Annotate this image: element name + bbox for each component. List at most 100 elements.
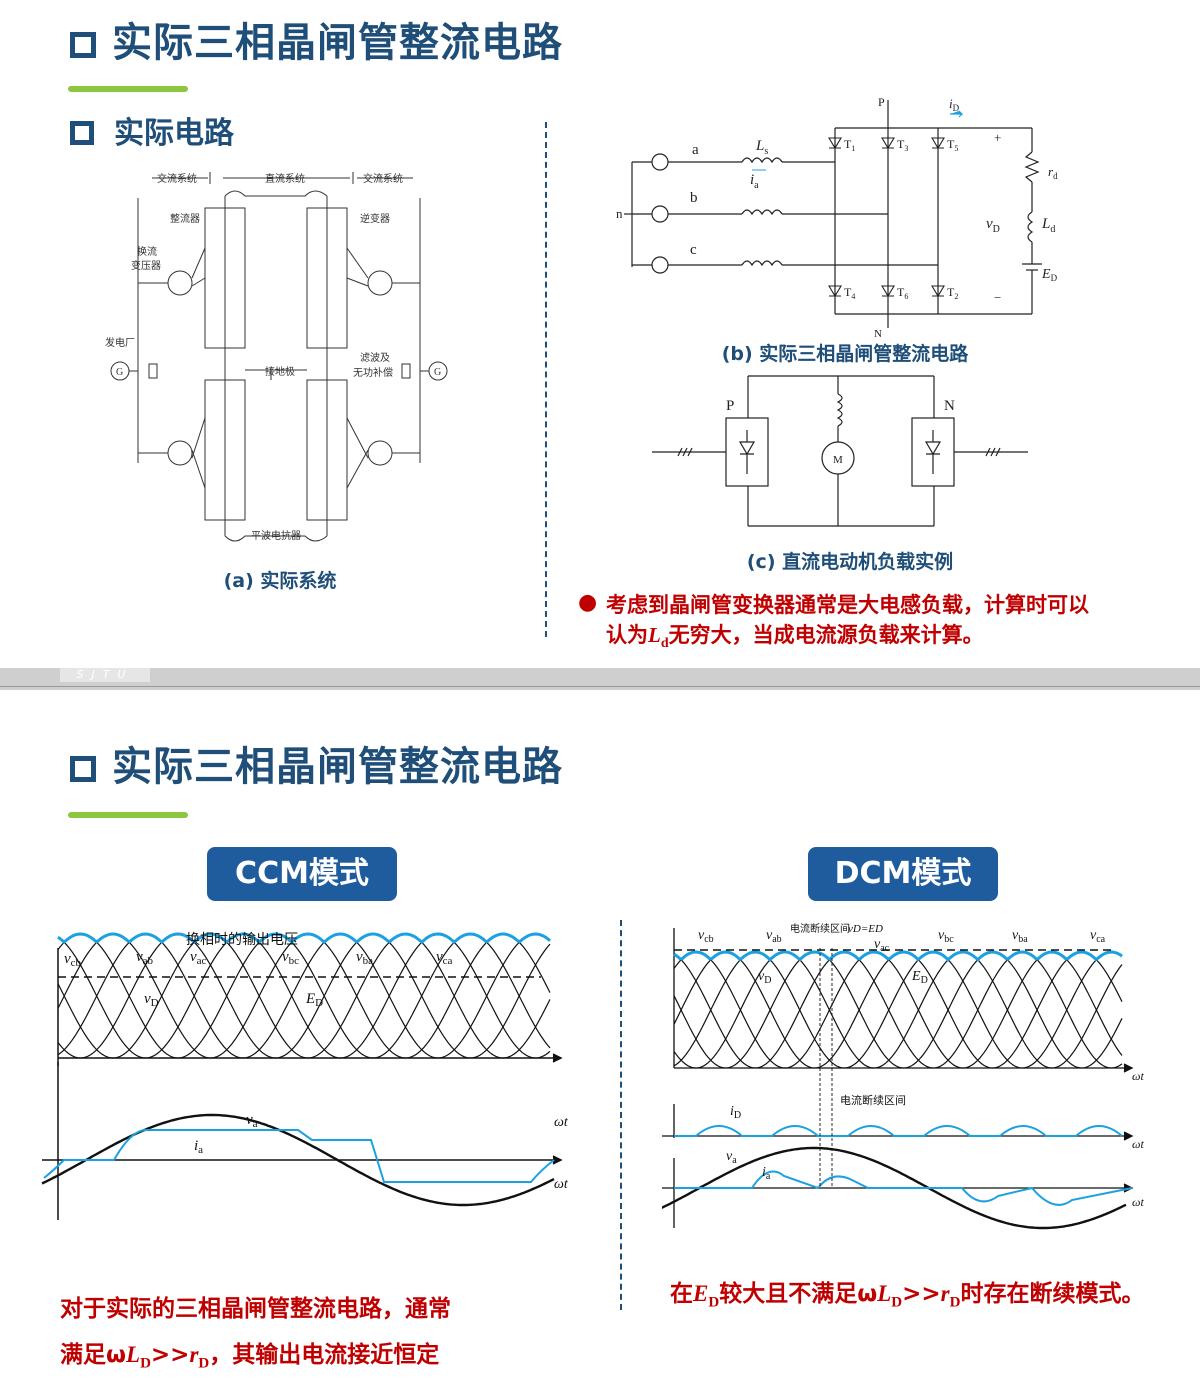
generator-right-icon: G — [434, 367, 441, 378]
node-a-label: a — [692, 142, 699, 158]
label-transformer-1: 换流 — [137, 245, 157, 258]
dcm-axis-label-2: ωt — [1132, 1137, 1144, 1151]
sjtu-logo: SJTU — [60, 668, 150, 682]
t3-label: T3 — [897, 137, 908, 153]
ccm-axis-label-1: ωt — [554, 1115, 569, 1130]
ls-label: Ls — [755, 138, 768, 157]
slide-separator: SJTU — [0, 668, 1200, 690]
label-filter-2: 无功补偿 — [353, 366, 393, 379]
line-voltage-wave — [57, 933, 551, 1059]
output-voltage-wave — [57, 932, 551, 945]
caption-b: (b) 实际三相晶闸管整流电路 — [721, 343, 969, 365]
line-voltage-wave — [673, 951, 1123, 1069]
ccm-vac-label: vac — [190, 949, 207, 967]
label-transformer-2: 变压器 — [131, 259, 161, 272]
t6-label: T6 — [897, 285, 908, 301]
dc-motor-diagram: P N M — [652, 375, 1028, 527]
t5-label: T5 — [947, 137, 958, 153]
note-bullet-icon: ● — [578, 590, 598, 615]
ccm-commutation-label: 换相时的输出电压 — [186, 931, 298, 948]
phase-current-wave — [43, 1129, 555, 1183]
dcm-interval-label-2: 电流断续区间 — [840, 1093, 906, 1107]
dcm-vac-label: vac — [874, 937, 890, 954]
slide2-title: 实际三相晶闸管整流电路 — [70, 734, 563, 792]
arrow-icon — [552, 1155, 563, 1165]
ccm-badge: CCM模式 — [207, 847, 397, 901]
ed-label: ED — [1041, 267, 1058, 283]
square-bullet-icon — [70, 32, 96, 58]
dcm-interval-label: 电流断续区间 — [790, 922, 850, 935]
t4-label: T4 — [844, 285, 855, 301]
caption-a: (a) 实际系统 — [223, 570, 337, 592]
ccm-ed-label: ED — [305, 991, 323, 1009]
dcm-vcb-label: vcb — [698, 928, 714, 945]
square-bullet-icon — [70, 756, 96, 782]
square-bullet-icon — [70, 121, 94, 145]
output-voltage-wave — [673, 950, 1123, 962]
ccm-va-label: va — [246, 1112, 258, 1130]
line-voltage-wave — [57, 933, 551, 1059]
label-plant: 发电厂 — [105, 336, 135, 349]
slide1-title: 实际三相晶闸管整流电路 — [70, 10, 563, 68]
line-voltage-wave — [57, 933, 551, 1059]
motor-n-label: N — [944, 398, 955, 414]
label-rectifier: 整流器 — [170, 212, 200, 225]
dcm-note: 在ED较大且不满足ωLD>>rD时存在断续模式。 — [670, 1281, 1145, 1311]
label-ac-left: 交流系统 — [157, 172, 197, 185]
dcm-axis-label-3: ωt — [1132, 1195, 1144, 1209]
id-label: iD — [949, 96, 960, 113]
dcm-vd-eq-label: vD=ED — [848, 923, 883, 935]
arrow-icon — [552, 1053, 563, 1063]
slide-2: 实际三相晶闸管整流电路 CCM模式 DCM模式 换相时的输出电压 vcb vab… — [0, 690, 1200, 1380]
minus-sign: − — [994, 290, 1001, 305]
label-inverter: 逆变器 — [360, 212, 390, 225]
label-dc: 直流系统 — [265, 172, 305, 185]
dcm-badge: DCM模式 — [808, 847, 998, 901]
label-filter-1: 滤波及 — [360, 351, 390, 364]
ccm-ia-label: ia — [194, 1138, 203, 1156]
ld-label: Ld — [1041, 216, 1055, 235]
ccm-waveform-plot: 换相时的输出电压 vcb vab vac vbc vba vca vD ED v… — [41, 931, 569, 1220]
title-underline — [68, 86, 188, 92]
dcm-vca-label: vca — [1090, 928, 1106, 945]
slide1-subtitle: 实际电路 — [70, 108, 234, 152]
label-ground: 接地极 — [265, 365, 295, 378]
arrow-icon — [1123, 1131, 1134, 1141]
arrow-icon — [1123, 1063, 1134, 1073]
dcm-id-label: iD — [730, 1104, 741, 1121]
t2-label: T2 — [947, 285, 958, 301]
node-n-label: n — [616, 206, 623, 221]
ccm-vab-label: vab — [136, 949, 154, 967]
dcm-vba-label: vba — [1012, 928, 1028, 945]
dcm-vab-label: vab — [766, 928, 782, 945]
ccm-note: 对于实际的三相晶闸管整流电路，通常 满足ωLD>>rD，其输出电流接近恒定 — [60, 1296, 451, 1372]
ccm-vd-label: vD — [144, 991, 159, 1009]
dcm-axis-label-1: ωt — [1132, 1069, 1144, 1083]
slide1-note: 考虑到晶闸管变换器通常是大电感负载，计算时可以 认为Ld无穷大，当成电流源负载来… — [606, 593, 1089, 652]
dc-current-wave — [674, 1125, 1123, 1137]
title-underline — [68, 812, 188, 818]
ccm-vbc-label: vbc — [282, 949, 299, 967]
line-voltage-wave — [673, 951, 1123, 1069]
line-voltage-wave — [673, 951, 1123, 1069]
dcm-vd-label: vD — [758, 969, 771, 986]
rd-label: rd — [1048, 164, 1058, 181]
column-divider — [620, 920, 622, 1310]
label-ac-right: 交流系统 — [363, 172, 403, 185]
generator-left-icon: G — [116, 367, 123, 378]
slide-1: 实际三相晶闸管整流电路 实际电路 交流系统 直流系统 交流系统 整流器 逆变器 … — [0, 0, 1200, 668]
line-voltage-wave — [57, 933, 551, 1059]
t1-label: T1 — [844, 137, 855, 153]
plus-sign: + — [994, 130, 1001, 145]
dcm-ia-label: ia — [762, 1165, 771, 1182]
node-p-label: P — [878, 95, 885, 109]
line-voltage-wave — [57, 933, 551, 1059]
caption-c: (c) 直流电动机负载实例 — [746, 551, 954, 573]
column-divider — [545, 122, 547, 637]
node-b-label: b — [690, 190, 698, 206]
label-reactor: 平波电抗器 — [251, 529, 301, 542]
hvdc-system-diagram: 交流系统 直流系统 交流系统 整流器 逆变器 换流 变压器 发电厂 接地极 滤波… — [105, 172, 448, 542]
vd-label: vD — [986, 216, 1000, 235]
ccm-axis-label-2: ωt — [554, 1177, 569, 1192]
line-voltage-wave — [673, 951, 1123, 1069]
